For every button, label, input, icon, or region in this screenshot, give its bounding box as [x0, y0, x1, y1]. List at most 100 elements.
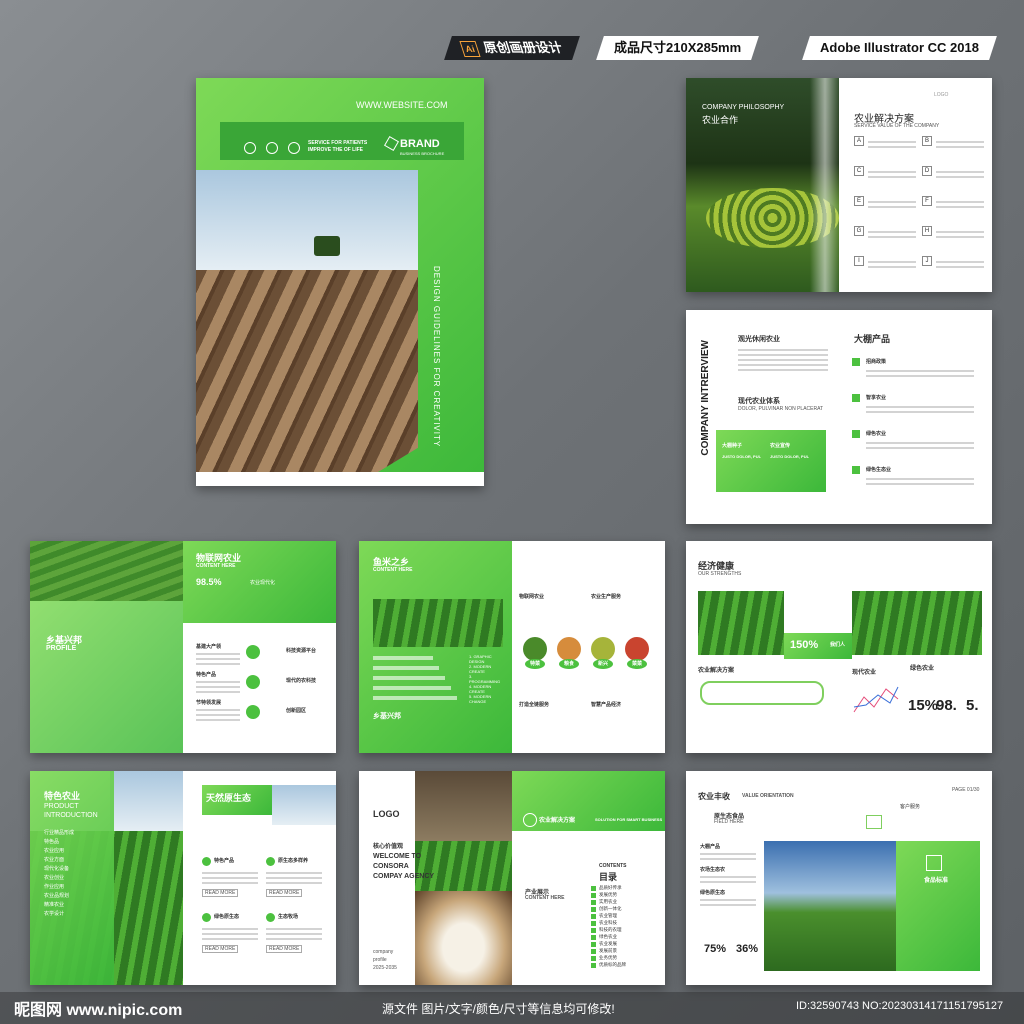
letter-badge: F — [922, 196, 932, 206]
fish-right-label: 物联网农业 — [519, 594, 545, 600]
feature-icon — [202, 857, 211, 866]
toc-item: 农业科技 — [599, 920, 617, 925]
lines — [700, 853, 756, 860]
stat-36: 36% — [736, 943, 759, 955]
vertical-tagline: DESIGN GUIDELINES FOR CREATIVITY — [432, 266, 441, 448]
terrace-rice-photo — [30, 541, 183, 601]
philosophy-cn-title: 农业合作 — [702, 115, 739, 125]
harvest-list-item: 大棚产品 — [700, 844, 721, 850]
toc-list: 品质好传承 发展优势 实用农业 创新一体化 农业管理 农业科技 科技的农理 绿色农业 农业发展发… — [591, 885, 655, 969]
read-more: READ MORE — [266, 889, 303, 897]
toc-marker — [591, 900, 596, 905]
step-row: 4. MODERN CREATE — [373, 683, 503, 694]
tech-icon — [246, 645, 260, 659]
product-list-item: 现代化设备 — [44, 866, 70, 872]
welcome3: COMPAY AGENCY — [373, 873, 435, 880]
iot-right-label: 现代的农科技 — [286, 678, 317, 684]
standard-label: 食品标准 — [924, 878, 949, 884]
feature-label: 生态牧场 — [278, 914, 299, 920]
harvest-list-item: 农场生态农 — [700, 867, 726, 873]
editable-note: 源文件 图片/文字/颜色/尺寸等信息均可修改! — [382, 1002, 615, 1016]
green-ag-label: 绿色农业 — [910, 666, 935, 672]
read-more: READ MORE — [202, 889, 239, 897]
rice-bowl-photo — [415, 891, 512, 985]
letter-badge: C — [854, 166, 864, 176]
green-square-icon — [852, 466, 860, 474]
letter-badge: B — [922, 136, 932, 146]
greenhouse-item-label: 绿色生态业 — [866, 467, 892, 473]
green-info-box — [716, 430, 826, 492]
iot-right-item: 现代的农科技 — [246, 675, 336, 705]
produce-label: 新兴 — [593, 659, 613, 669]
showcase-sub: CONTENT HERE — [525, 895, 565, 901]
site-watermark: 昵图网 www.nipic.com — [14, 1002, 183, 1019]
toc-item: 绿色农业 — [599, 934, 617, 939]
greenhouse-item-label: 智享农业 — [866, 395, 887, 401]
welcome1: WELCOME TO — [373, 853, 422, 860]
iot-right-item: 创新园区 — [246, 705, 336, 735]
toc-item: 创新一体化 — [599, 906, 622, 911]
greenhouse-item-label: 招商政策 — [866, 359, 887, 365]
spread-product: 特色农业 PRODUCT INTRODUCTION 行业精品形成 特色品 农业应用农… — [30, 771, 336, 985]
product-list-item: 作业应用 — [44, 884, 65, 890]
box-a-en: JUSTO DOLOR, PUL — [722, 454, 762, 459]
toc-item: 品质好传承 — [599, 885, 622, 890]
step-list: 1. GRAPHIC DESIGN 2. MODERN CREATE 3. PROG… — [373, 653, 503, 704]
lines — [196, 709, 240, 721]
letter-text — [936, 168, 984, 181]
step-bar — [373, 696, 457, 700]
stat-98: 98. — [936, 697, 957, 714]
iot-right-label: 创新园区 — [286, 708, 307, 714]
iot-list-item: 基建大产领 — [196, 644, 222, 650]
version-label: Adobe Illustrator CC 2018 — [820, 40, 979, 55]
greenhouse-item: 智享农业 — [852, 394, 976, 430]
feature-label: 绿色原生态 — [214, 914, 240, 920]
item2-label: 客户服务 — [900, 804, 921, 810]
badge-label: 我们人 — [830, 642, 846, 648]
feature-label: 特色产品 — [214, 858, 235, 864]
feature-label: 原生态多样养 — [278, 858, 309, 864]
toc-marker — [591, 921, 596, 926]
produce-label: 特菜 — [525, 659, 545, 669]
product-en2: INTRODUCTION — [44, 812, 98, 819]
letter-text — [868, 138, 916, 151]
spread-strengths: 经济健康 OUR STRENGTHS 150% 我们人 农业解决方案 现代农业 … — [686, 541, 992, 753]
product-list-item: 农学设计 — [44, 911, 65, 917]
toc-item: 科技的农理 — [599, 927, 622, 932]
farm-photo — [272, 785, 336, 825]
size-label: 成品尺寸210X285mm — [614, 40, 742, 55]
letter-badge: G — [854, 226, 864, 236]
spread-interview: COMPANY INTRERVIEW 观光休闲农业 现代农业体系 DOLOR, … — [686, 310, 992, 524]
toc-marker — [591, 907, 596, 912]
greenhouse-title: 大棚产品 — [854, 334, 891, 344]
letter-text — [936, 258, 984, 271]
item-lines — [866, 367, 974, 380]
welcome2: CONSORA — [373, 863, 409, 870]
product-list-item: 行业精品形成 — [44, 830, 75, 836]
box-b-label: 农业宣传 — [770, 443, 791, 449]
iot-right-label: 科技资源平台 — [286, 648, 317, 654]
timeline — [700, 681, 824, 705]
toc-row: 发展前景 — [591, 948, 655, 955]
feature-icon — [202, 913, 211, 922]
fish-right-label: 打造全链服务 — [519, 702, 550, 708]
page-number: PAGE 01/30 — [952, 787, 980, 793]
brand-name: BRAND — [400, 138, 440, 150]
lines — [700, 899, 756, 906]
produce-photo — [523, 637, 547, 661]
solution-header-en: SOLUTION FOR SMART BUSINESS — [595, 817, 663, 822]
letter-text — [868, 258, 916, 271]
letter-badge: D — [922, 166, 932, 176]
letter-badge: H — [922, 226, 932, 236]
feature-icon — [266, 857, 275, 866]
people-icon — [288, 142, 300, 154]
toc-marker — [591, 935, 596, 940]
harvest-en: VALUE ORIENTATION — [742, 793, 794, 799]
step-row: 3. PROGRAMMING — [373, 673, 503, 684]
tea-photo-left — [698, 591, 784, 655]
produce-photo — [591, 637, 615, 661]
leisure-title: 观光休闲农业 — [738, 336, 780, 343]
lines — [700, 876, 756, 883]
lines — [196, 653, 240, 665]
toc-row: 业务优势 — [591, 955, 655, 962]
